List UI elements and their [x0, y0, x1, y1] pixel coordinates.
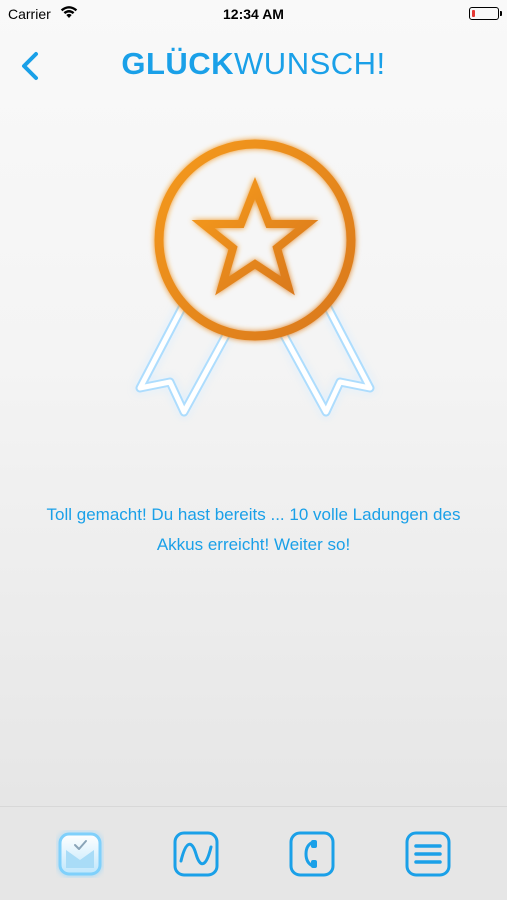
- battery-icon: [469, 7, 502, 20]
- tab-bar: [0, 806, 507, 900]
- clock: 12:34 AM: [223, 6, 284, 22]
- status-bar: Carrier 12:34 AM: [0, 0, 507, 28]
- award-ribbon-star-icon: [120, 120, 390, 440]
- title-bold-part: GLÜCK: [121, 46, 235, 81]
- awards-icon: [58, 832, 102, 876]
- menu-icon: [405, 831, 451, 877]
- phone-contact-icon: [289, 831, 335, 877]
- tab-statistics[interactable]: [172, 830, 220, 878]
- tab-awards[interactable]: [56, 830, 104, 878]
- tab-menu[interactable]: [404, 830, 452, 878]
- achievement-message: Toll gemacht! Du hast bereits ... 10 vol…: [46, 505, 461, 554]
- tab-contact[interactable]: [288, 830, 336, 878]
- navigation-bar: GLÜCKWUNSCH!: [0, 40, 507, 92]
- chart-wave-icon: [173, 831, 219, 877]
- page-title: GLÜCKWUNSCH!: [0, 46, 507, 82]
- title-rest-part: WUNSCH!: [234, 46, 386, 81]
